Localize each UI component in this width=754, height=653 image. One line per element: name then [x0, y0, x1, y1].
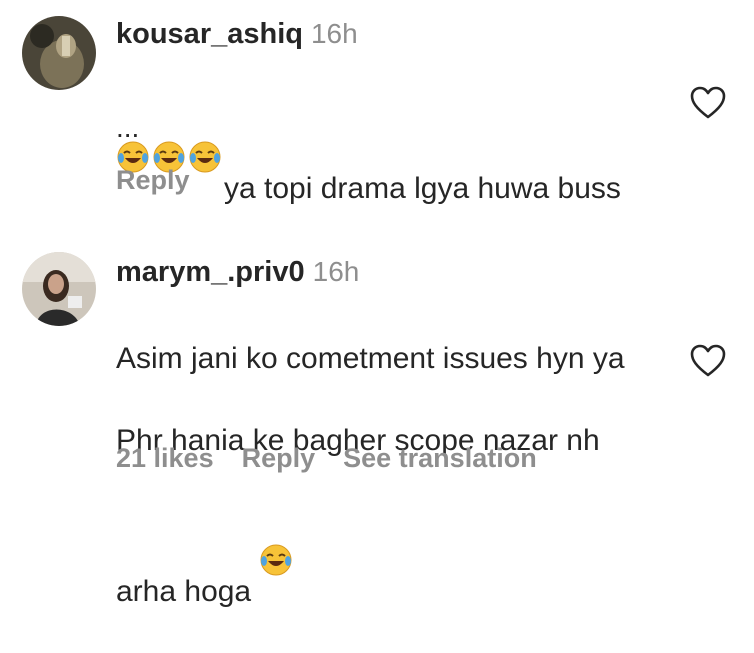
timestamp: 16h — [312, 256, 360, 287]
comment-header: marym_.priv0 16h — [116, 256, 359, 289]
username[interactable]: marym_.priv0 — [116, 256, 305, 288]
more-text-indicator[interactable]: ... — [116, 112, 139, 144]
reply-button[interactable]: Reply — [242, 443, 316, 473]
see-translation-button[interactable]: See translation — [343, 443, 537, 473]
reply-button[interactable]: Reply — [116, 165, 190, 195]
tears-of-joy-icon — [152, 99, 186, 173]
heart-outline-icon[interactable] — [690, 86, 726, 120]
avatar[interactable] — [22, 252, 96, 326]
tears-of-joy-icon — [188, 99, 222, 173]
comment-text-line-last: arha hoga — [116, 502, 676, 612]
heart-outline-icon[interactable] — [690, 344, 726, 378]
likes-count[interactable]: 21 likes — [116, 443, 214, 473]
username[interactable]: kousar_ashiq — [116, 18, 303, 50]
tears-of-joy-icon — [259, 502, 293, 576]
comment-text-line: Asim jani ko cometment issues hyn ya — [116, 342, 625, 375]
timestamp: 16h — [310, 18, 358, 49]
comment-header: kousar_ashiq 16h — [116, 18, 358, 51]
comment-actions: 21 likes Reply See translation — [116, 443, 565, 474]
comment-text-line: arha hoga — [116, 575, 252, 608]
comment-actions: Reply — [116, 165, 218, 196]
comment-text: Asim jani ko cometment issues hyn ya Phr… — [116, 297, 676, 653]
comment-text-content: ya topi drama lgya huwa buss — [224, 172, 621, 205]
avatar[interactable] — [22, 16, 96, 90]
